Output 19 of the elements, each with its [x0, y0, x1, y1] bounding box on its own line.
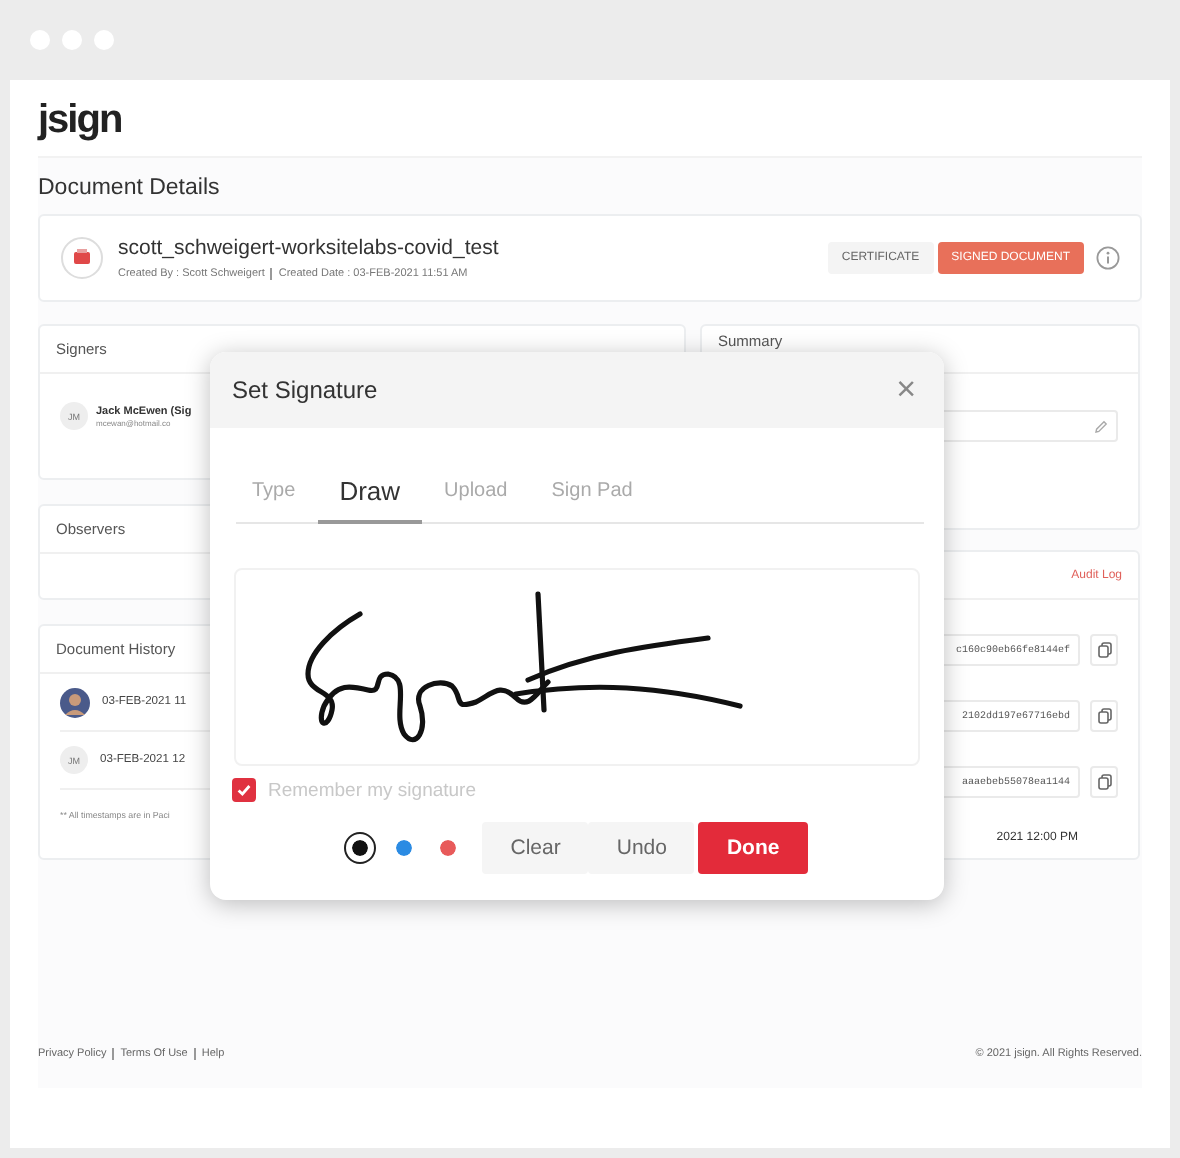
signature-pad[interactable]: [234, 568, 920, 766]
dialog-title: Set Signature: [232, 376, 378, 404]
pen-color[interactable]: [346, 834, 375, 862]
logo: jsign: [38, 95, 124, 145]
remember-checkbox[interactable]: [232, 778, 256, 802]
copy-icon[interactable]: [1090, 700, 1118, 732]
document-name: scott_schweigert-worksitelabs-covid_test: [118, 236, 501, 260]
close-button[interactable]: ×: [888, 370, 924, 410]
done-button[interactable]: Done: [698, 822, 808, 874]
avatar-icon: [60, 687, 90, 717]
document-icon: [60, 236, 104, 280]
copy-icon[interactable]: [1090, 634, 1118, 666]
page-title: Document Details: [38, 176, 222, 200]
checkmark-icon: [236, 782, 252, 798]
tab[interactable]: Draw: [317, 460, 423, 524]
action-button[interactable]: Undo: [588, 822, 695, 874]
action-button[interactable]: Clear: [482, 822, 589, 874]
copy-icon[interactable]: [1090, 766, 1118, 798]
info-icon[interactable]: [1096, 246, 1120, 270]
